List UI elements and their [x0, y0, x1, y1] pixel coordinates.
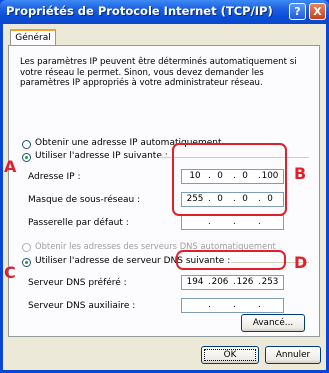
- ip-fields-highlight: [172, 143, 287, 216]
- ip-auto-radio[interactable]: [22, 140, 31, 149]
- alternate-dns-label: Serveur DNS auxiliaire :: [28, 301, 136, 311]
- annotation-letter-d: D: [294, 253, 308, 272]
- annotation-letter-b: B: [294, 164, 307, 183]
- tab-general[interactable]: Général: [10, 29, 56, 46]
- annotation-letter-a: A: [4, 157, 17, 176]
- preferred-dns-field[interactable]: 194. 206. 126. 253: [181, 275, 284, 290]
- subnet-mask-label: Masque de sous-réseau :: [28, 195, 141, 205]
- advanced-button[interactable]: Avancé...: [241, 314, 305, 332]
- alternate-dns-field[interactable]: . . .: [181, 298, 284, 313]
- ip-manual-label[interactable]: Utiliser l'adresse IP suivante :: [35, 151, 168, 161]
- intro-text: Les paramètres IP peuvent être déterminé…: [20, 57, 297, 88]
- cancel-button[interactable]: Annuler: [265, 346, 321, 364]
- ok-button[interactable]: OK: [201, 346, 259, 364]
- ip-manual-radio[interactable]: [22, 153, 31, 162]
- ip-address-label: Adresse IP :: [28, 172, 81, 182]
- annotation-letter-c: C: [4, 263, 16, 282]
- title-bar[interactable]: Propriétés de Protocole Internet (TCP/IP…: [0, 0, 329, 24]
- help-button[interactable]: ?: [289, 3, 306, 20]
- dns-auto-radio[interactable]: [22, 243, 31, 252]
- preferred-dns-label: Serveur DNS préféré :: [28, 278, 127, 288]
- close-button[interactable]: X: [309, 3, 326, 20]
- dialog-window: Propriétés de Protocole Internet (TCP/IP…: [0, 0, 329, 373]
- window-title: Propriétés de Protocole Internet (TCP/IP…: [6, 4, 273, 18]
- dns-field-highlight: [176, 250, 286, 270]
- gateway-field[interactable]: . . .: [181, 215, 284, 230]
- gateway-label: Passerelle par défaut :: [28, 218, 129, 228]
- dns-manual-radio[interactable]: [22, 258, 31, 267]
